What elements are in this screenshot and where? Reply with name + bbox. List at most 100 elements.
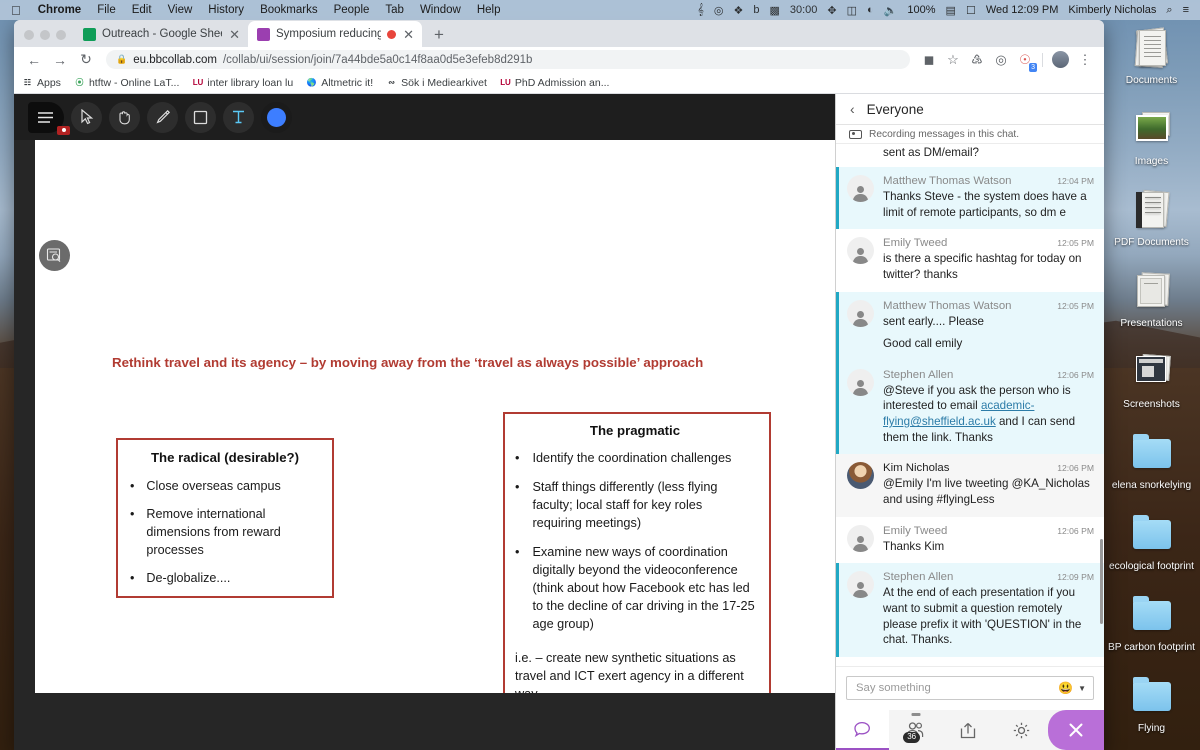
folder-icon [1126,674,1178,720]
menu-history[interactable]: History [200,4,252,16]
adblock-icon[interactable]: ☉ 3 [1014,49,1037,72]
bookmark-label: Altmetric it! [321,76,374,89]
maximize-window-button[interactable] [56,30,66,40]
bookmark-mediearkivet[interactable]: ∾ Sök i Mediearkivet [386,77,487,89]
bullet-text: Identify the coordination challenges [532,451,732,465]
tab-outreach-google-sheets[interactable]: Outreach - Google Sheets ✕ [74,21,248,47]
user-name[interactable]: Kimberly Nicholas [1063,4,1161,16]
camera-icon[interactable]: ◼ [918,49,940,71]
menu-bookmarks[interactable]: Bookmarks [252,4,326,16]
menu-view[interactable]: View [160,4,201,16]
desktop-icon-screenshots[interactable]: Screenshots [1103,346,1200,427]
participants-tab[interactable]: 36 [889,710,942,750]
desktop-icon-documents[interactable]: Documents [1103,22,1200,103]
desktop-icon-pdf-documents[interactable]: PDF Documents [1103,184,1200,265]
tab-label: Symposium reducing acad [276,28,382,40]
shield-icon[interactable]: ▩ [764,4,784,17]
bookmark-phd-admission[interactable]: LU PhD Admission an... [500,77,609,89]
menu-chrome[interactable]: Chrome [30,4,89,16]
forward-button[interactable]: → [48,49,72,71]
pocket-icon[interactable]: ♵ [966,49,988,71]
chat-tab[interactable] [836,710,890,750]
tab-symposium[interactable]: Symposium reducing acad ✕ [248,21,422,47]
close-tab-icon[interactable]: ✕ [228,28,241,41]
settings-tab[interactable] [995,710,1048,750]
avatar [847,175,874,202]
address-bar[interactable]: 🔒 eu.bbcollab.com/collab/ui/session/join… [106,50,910,69]
battery-percent[interactable]: 100% [902,4,940,16]
chat-message: Matthew Thomas Watson 12:04 PM Thanks St… [836,167,1104,230]
star-icon[interactable]: ☆ [942,49,964,71]
keyboard-icon[interactable]: ◫ [842,4,862,17]
bullet-text: Close overseas campus [146,479,281,493]
desktop-icon-presentations[interactable]: Presentations [1103,265,1200,346]
message-text: @Emily I'm live tweeting @KA_Nicholas an… [883,477,1090,507]
bookmarks-bar: ☷ Apps ⦿ htftw - Online LaT... LU inter … [14,72,1104,94]
menu-recording-button[interactable] [28,101,70,135]
bluetooth-icon[interactable]: ✥ [822,4,841,17]
cursor-icon [80,109,93,125]
menu-help[interactable]: Help [469,4,509,16]
collaborate-icon [257,27,270,41]
bookmark-htftw[interactable]: ⦿ htftw - Online LaT... [74,77,179,89]
chevron-left-icon[interactable]: ‹ [850,101,855,117]
chat-input[interactable]: Say something 😃 ▼ [846,676,1094,700]
close-tab-icon[interactable]: ✕ [402,28,415,41]
menu-window[interactable]: Window [412,4,469,16]
new-tab-button[interactable]: + [422,26,454,47]
wifi-icon[interactable]: ◐ [862,4,879,16]
smiley-icon[interactable]: 😃 [1058,681,1073,695]
menu-edit[interactable]: Edit [124,4,160,16]
dropbox-icon[interactable]: ❖ [728,4,748,17]
window-traffic-lights[interactable] [22,30,74,47]
desktop-icon-bp-carbon-footprint[interactable]: BP carbon footprint [1103,589,1200,670]
avatar [847,299,874,327]
close-window-button[interactable] [24,30,34,40]
volume-icon[interactable]: 🔈 [879,4,903,17]
chat-scrollbar[interactable] [1100,539,1103,624]
timer-value[interactable]: 30:00 [785,4,823,16]
bookmark-apps[interactable]: ☷ Apps [22,77,61,89]
kebab-menu-icon[interactable]: ⋮ [1074,49,1096,71]
search-icon[interactable]: ⌕ [1161,4,1177,17]
pencil-tool[interactable] [147,101,178,133]
bookmark-altmetric[interactable]: 🌎 Altmetric it! [306,77,373,89]
close-panel-button[interactable] [1048,710,1104,750]
color-swatch[interactable] [261,101,292,133]
menu-tab[interactable]: Tab [377,4,412,16]
profile-avatar-icon[interactable] [1052,51,1069,68]
minimize-window-button[interactable] [40,30,50,40]
text-tool[interactable] [223,101,254,133]
shape-tool[interactable] [185,101,216,133]
desktop-icon-images[interactable]: Images [1103,103,1200,184]
chat-message: Stephen Allen 12:06 PM @Steve if you ask… [836,360,1104,455]
ghostery-icon[interactable]: ◎ [990,49,1012,71]
screen-icon[interactable]: ☐ [961,4,981,17]
desktop-icon-elena-snorkelying[interactable]: elena snorkelying [1103,427,1200,508]
bookmark-inter-library-loan[interactable]: LU inter library loan lu [192,77,293,89]
select-tool[interactable] [71,101,102,133]
battery-icon[interactable]: ▤ [941,4,961,17]
shazam-icon[interactable]: 𝄞 [692,4,709,17]
message-time: 12:06 PM [1057,525,1094,536]
desktop-icon-flying[interactable]: Flying [1103,670,1200,750]
clock[interactable]: Wed 12:09 PM [981,4,1064,16]
reload-button[interactable]: ↻ [74,49,98,71]
email-link[interactable]: academic-flying@sheffield.ac.uk [883,399,1034,428]
bullet-text: De-globalize.... [146,570,231,585]
desktop-icon-ecological-footprint[interactable]: ecological footprint [1103,508,1200,589]
share-tab[interactable] [942,710,995,750]
chevron-down-icon[interactable]: ▼ [1078,684,1086,693]
pan-tool[interactable] [109,101,140,133]
panel-drag-handle[interactable] [911,713,921,716]
apple-menu-icon[interactable]:  [6,4,30,17]
chat-message-list[interactable]: sent as DM/email? Matthew Thomas Watson … [836,144,1104,666]
checkmark-status-icon[interactable]: ◎ [709,4,729,17]
menu-people[interactable]: People [326,4,378,16]
bullet-text: Staff things differently (less flying fa… [532,480,718,531]
backblaze-icon[interactable]: b [748,4,764,16]
list-icon[interactable]: ≡ [1178,4,1194,16]
back-button[interactable]: ← [22,49,46,71]
slide-navigator-button[interactable] [39,240,70,271]
menu-file[interactable]: File [89,4,124,16]
